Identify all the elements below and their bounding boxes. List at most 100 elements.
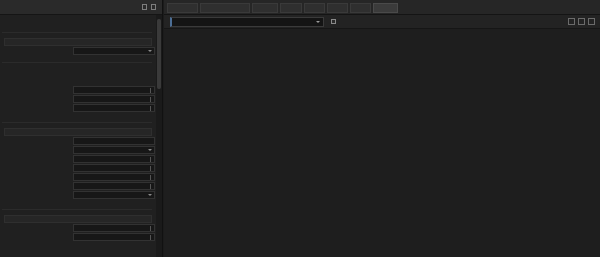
close-icon[interactable] — [151, 4, 156, 10]
autoscroll-checkbox[interactable] — [331, 19, 336, 24]
log-toolbar — [164, 15, 600, 29]
tab[interactable] — [280, 3, 302, 13]
setting-row — [6, 155, 155, 163]
chevron-down-icon — [148, 194, 152, 196]
value-input[interactable] — [73, 137, 155, 145]
tab[interactable] — [252, 3, 278, 13]
stepper-icon[interactable] — [150, 97, 152, 102]
tab[interactable] — [200, 3, 250, 13]
stepper-icon[interactable] — [150, 226, 152, 231]
setting-row — [6, 191, 155, 199]
settings-panel-header — [0, 0, 162, 15]
number-stepper[interactable] — [73, 233, 155, 241]
tab-label — [354, 6, 367, 11]
row-label — [9, 96, 69, 101]
section-header — [2, 56, 152, 63]
row-label — [9, 156, 69, 161]
number-stepper[interactable] — [73, 104, 155, 112]
tab-bar — [164, 0, 600, 15]
chevron-down-icon — [148, 149, 152, 151]
settings-list — [0, 15, 157, 257]
row-label — [9, 87, 69, 92]
setting-row — [6, 95, 155, 103]
log-filter-select[interactable] — [170, 17, 324, 27]
stepper-icon[interactable] — [150, 235, 152, 240]
setting-row — [6, 182, 155, 190]
number-stepper[interactable] — [73, 182, 155, 190]
setting-row — [6, 86, 155, 94]
setting-value — [73, 68, 155, 76]
settings-panel — [0, 0, 163, 257]
stepper-icon[interactable] — [150, 175, 152, 180]
pin-icon[interactable] — [142, 4, 147, 10]
log-panel — [164, 0, 600, 257]
tab-active[interactable] — [373, 3, 398, 13]
stepper-icon[interactable] — [150, 88, 152, 93]
row-label — [9, 192, 69, 197]
number-stepper[interactable] — [73, 86, 155, 94]
number-stepper[interactable] — [73, 224, 155, 232]
grid-icon[interactable] — [568, 18, 575, 25]
settings-scrollbar[interactable] — [156, 15, 162, 257]
row-label — [9, 234, 69, 239]
copy-icon[interactable] — [578, 18, 585, 25]
tab[interactable] — [167, 3, 198, 13]
filter-value — [178, 20, 308, 25]
tab-label — [284, 6, 298, 11]
number-stepper[interactable] — [73, 164, 155, 172]
tab-label — [171, 6, 194, 11]
group-header-row[interactable] — [4, 38, 152, 46]
tab-label — [256, 6, 274, 11]
group-header-row[interactable] — [4, 215, 152, 223]
number-stepper[interactable] — [73, 155, 155, 163]
scrollbar-thumb[interactable] — [157, 19, 161, 89]
tab[interactable] — [304, 3, 325, 13]
row-label — [11, 217, 71, 222]
setting-row — [6, 164, 155, 172]
number-stepper[interactable] — [73, 95, 155, 103]
row-label — [9, 78, 69, 83]
value-select[interactable] — [73, 146, 155, 154]
log-output — [164, 29, 600, 257]
stepper-icon[interactable] — [150, 157, 152, 162]
mode-select[interactable] — [73, 47, 155, 55]
setting-row — [6, 47, 155, 55]
clear-icon[interactable] — [588, 18, 595, 25]
stepper-icon[interactable] — [150, 166, 152, 171]
group-header-row[interactable] — [4, 128, 152, 136]
number-stepper[interactable] — [73, 173, 155, 181]
value-select[interactable] — [73, 191, 155, 199]
row-label — [9, 69, 69, 74]
chevron-down-icon — [148, 50, 152, 52]
row-label — [9, 48, 69, 53]
stepper-icon[interactable] — [150, 184, 152, 189]
tab[interactable] — [350, 3, 371, 13]
tab-label — [331, 6, 344, 11]
autoscroll-label — [339, 19, 384, 24]
row-label — [9, 183, 69, 188]
setting-row — [6, 137, 155, 145]
row-label — [9, 225, 69, 230]
setting-value — [73, 77, 155, 85]
setting-row — [6, 233, 155, 241]
stepper-icon[interactable] — [150, 106, 152, 111]
tab[interactable] — [327, 3, 348, 13]
